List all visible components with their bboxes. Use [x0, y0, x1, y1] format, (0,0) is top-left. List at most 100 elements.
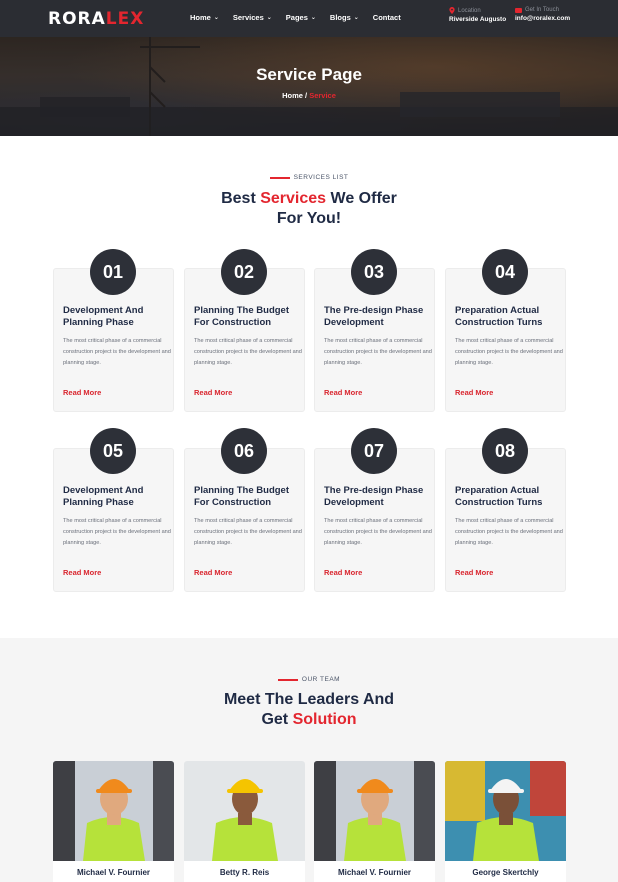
email-info: Get In Touch info@roralex.com — [515, 7, 570, 22]
nav-label: Services — [232, 13, 264, 22]
worker-illustration — [445, 761, 566, 861]
service-number-badge: 04 — [482, 249, 528, 295]
nav-label: Home — [190, 13, 211, 22]
chevron-down-icon: ⌄ — [353, 15, 359, 21]
site-header: RORALEX Home ⌄ Services ⌄ Pages ⌄ Blogs ⌄ Co… — [0, 0, 618, 37]
team-member-name: Michael V. Fournier — [337, 868, 412, 877]
nav-item-blogs[interactable]: Blogs ⌄ — [330, 13, 359, 22]
service-description: The most critical phase of a commercial … — [455, 518, 563, 546]
read-more-link[interactable]: Read More — [455, 388, 493, 397]
services-heading: Best Services We Offer For You! — [0, 189, 618, 229]
location-info: Location Riverside Augusto — [449, 7, 506, 23]
site-logo[interactable]: RORALEX — [48, 9, 144, 29]
nav-item-contact[interactable]: Contact — [373, 13, 401, 22]
services-heading-line1: Best Services We Offer — [0, 189, 618, 209]
service-description: The most critical phase of a commercial … — [194, 518, 302, 546]
email-label-row: Get In Touch — [515, 7, 570, 13]
heading-accent: Solution — [292, 711, 357, 728]
read-more-link[interactable]: Read More — [194, 388, 232, 397]
service-title: Development And Planning Phase — [63, 485, 144, 508]
heading-text: We Offer — [326, 190, 397, 207]
team-member-photo — [314, 761, 435, 861]
team-member-photo — [53, 761, 174, 861]
nav-label: Contact — [372, 13, 401, 22]
location-value: Riverside Augusto — [449, 16, 507, 23]
read-more-link[interactable]: Read More — [324, 388, 362, 397]
read-more-link[interactable]: Read More — [194, 568, 232, 577]
read-more-link[interactable]: Read More — [63, 568, 101, 577]
read-more-link[interactable]: Read More — [455, 568, 493, 577]
heading-text: Get — [261, 711, 293, 728]
service-title: Development And Planning Phase — [63, 305, 144, 328]
service-number-badge: 06 — [221, 428, 267, 474]
worker-illustration — [184, 761, 305, 861]
heading-text: Best — [221, 190, 261, 207]
service-description: The most critical phase of a commercial … — [324, 338, 432, 366]
main-nav: Home ⌄ Services ⌄ Pages ⌄ Blogs ⌄ Contact — [190, 13, 401, 22]
mail-icon — [515, 7, 522, 13]
nav-item-pages[interactable]: Pages ⌄ — [286, 13, 316, 22]
read-more-link[interactable]: Read More — [63, 388, 101, 397]
service-description: The most critical phase of a commercial … — [63, 518, 171, 546]
service-number-badge: 05 — [90, 428, 136, 474]
service-title: Preparation Actual Construction Turns — [455, 485, 543, 508]
nav-label: Blogs — [329, 13, 351, 22]
team-member-photo — [184, 761, 305, 861]
tag-line — [277, 678, 298, 681]
service-title: The Pre-design Phase Development — [324, 485, 424, 508]
nav-item-services[interactable]: Services ⌄ — [233, 13, 272, 22]
service-title: Preparation Actual Construction Turns — [455, 305, 543, 328]
chevron-down-icon: ⌄ — [213, 15, 219, 21]
team-member-card[interactable]: Michael V. Fournier — [314, 761, 435, 882]
service-description: The most critical phase of a commercial … — [455, 338, 563, 366]
service-description: The most critical phase of a commercial … — [194, 338, 302, 366]
map-pin-icon — [449, 7, 455, 14]
services-tag-text: SERVICES LIST — [293, 174, 349, 181]
services-tag: SERVICES LIST — [0, 174, 618, 181]
nav-item-home[interactable]: Home ⌄ — [190, 13, 219, 22]
team-tag: OUR TEAM — [0, 676, 618, 683]
team-member-name: George Skertchly — [472, 868, 539, 877]
nav-label: Pages — [285, 13, 308, 22]
hero-overlay — [0, 37, 618, 136]
team-heading-line2: Get Solution — [0, 710, 618, 730]
location-label: Location — [458, 7, 481, 14]
service-description: The most critical phase of a commercial … — [63, 338, 171, 366]
location-label-row: Location — [449, 7, 506, 14]
email-value[interactable]: info@roralex.com — [515, 15, 570, 22]
tag-line — [269, 176, 290, 179]
team-tag-text: OUR TEAM — [301, 676, 341, 683]
service-title: The Pre-design Phase Development — [324, 305, 424, 328]
breadcrumb-current: Service — [309, 91, 336, 100]
breadcrumb-home[interactable]: Home — [282, 91, 303, 100]
logo-text: RORA — [48, 9, 106, 29]
service-number-badge: 03 — [351, 249, 397, 295]
service-number-badge: 07 — [351, 428, 397, 474]
service-title: Planning The Budget For Construction — [194, 485, 289, 508]
page-title: Service Page — [256, 65, 362, 84]
team-member-card[interactable]: George Skertchly — [445, 761, 566, 882]
team-member-card[interactable]: Michael V. Fournier — [53, 761, 174, 882]
service-number-badge: 01 — [90, 249, 136, 295]
service-number-badge: 02 — [221, 249, 267, 295]
team-member-card[interactable]: Betty R. Reis — [184, 761, 305, 882]
chevron-down-icon: ⌄ — [266, 15, 272, 21]
team-member-name: Betty R. Reis — [219, 868, 270, 877]
team-heading-line1: Meet The Leaders And — [223, 691, 395, 708]
chevron-down-icon: ⌄ — [310, 15, 316, 21]
team-heading: Meet The Leaders And Get Solution — [0, 690, 618, 730]
page-hero: Service Page Home / Service — [0, 37, 618, 136]
team-member-name: Michael V. Fournier — [76, 868, 151, 877]
service-number-badge: 08 — [482, 428, 528, 474]
heading-accent: Services — [260, 190, 327, 207]
email-label: Get In Touch — [525, 7, 559, 13]
service-title: Planning The Budget For Construction — [194, 305, 289, 328]
service-description: The most critical phase of a commercial … — [324, 518, 432, 546]
read-more-link[interactable]: Read More — [324, 568, 362, 577]
team-member-photo — [445, 761, 566, 861]
breadcrumb: Home / Service — [0, 91, 618, 100]
worker-illustration — [314, 761, 435, 861]
worker-illustration — [53, 761, 174, 861]
services-heading-line2: For You! — [276, 210, 342, 227]
logo-accent: LEX — [105, 9, 145, 29]
